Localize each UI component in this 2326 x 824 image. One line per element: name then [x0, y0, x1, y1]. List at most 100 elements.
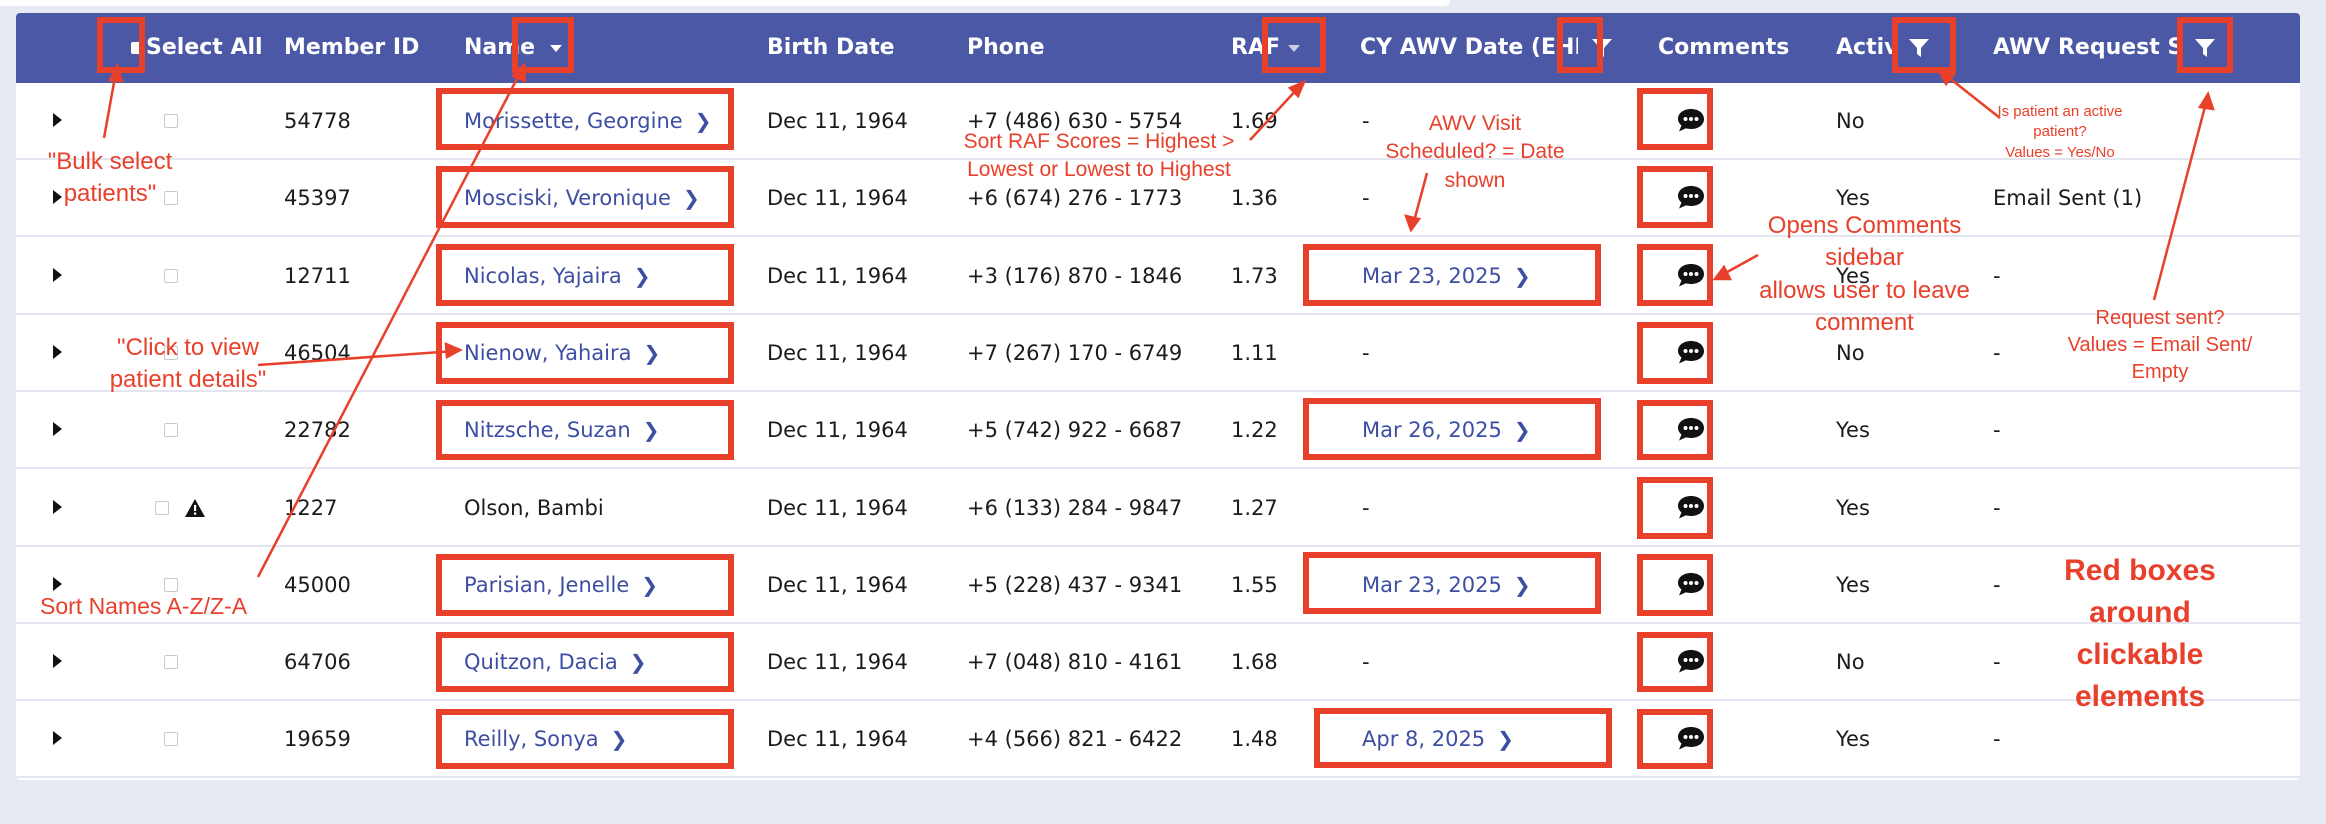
raf-score: 1.22 [1231, 418, 1278, 443]
row-checkbox[interactable] [164, 423, 178, 438]
row-checkbox[interactable] [164, 655, 178, 670]
birth-date: Dec 11, 1964 [767, 495, 908, 520]
awv-request-status: Email Sent (1) [1993, 186, 2143, 211]
row-checkbox[interactable] [164, 268, 178, 283]
awv-request-status: - [1993, 495, 2001, 520]
annotation-awv-visit: AWV Visit Scheduled? = Date shown [1385, 112, 1565, 192]
expand-row-caret-icon[interactable] [53, 422, 62, 437]
filter-icon [1592, 39, 1612, 57]
expand-row-caret-icon[interactable] [53, 499, 62, 514]
awv-date-link[interactable]: Apr 8, 2025 ❯ [1362, 701, 1514, 778]
header-comments: Comments [1658, 35, 1790, 60]
expand-row-caret-icon[interactable] [53, 654, 62, 669]
active-filter-button[interactable] [1896, 13, 1942, 83]
birth-date: Dec 11, 1964 [767, 418, 908, 443]
awv-date-link[interactable]: Mar 23, 2025 ❯ [1362, 238, 1531, 315]
annotation-sort-raf: Sort RAF Scores = Highest > Lowest or Lo… [963, 130, 1235, 182]
comment-bubble-icon[interactable] [1676, 416, 1706, 442]
expand-row-caret-icon[interactable] [53, 576, 62, 591]
top-strip [0, 0, 1450, 6]
awv-date: Mar 23, 2025 [1362, 263, 1502, 288]
row-checkbox[interactable] [164, 577, 178, 592]
expand-row-caret-icon[interactable] [53, 731, 62, 746]
birth-date: Dec 11, 1964 [767, 186, 908, 211]
awv-date: - [1362, 650, 1370, 675]
patient-name: Reilly, Sonya [464, 727, 599, 752]
chevron-right-icon: ❯ [1513, 418, 1531, 443]
comment-bubble-icon[interactable] [1676, 339, 1706, 365]
raf-sort-button[interactable] [1276, 13, 1312, 83]
awv-date: - [1362, 340, 1370, 365]
member-id: 45397 [284, 186, 351, 211]
raf-score: 1.48 [1231, 727, 1278, 752]
table-row: 19659 Reilly, Sonya ❯ Dec 11, 1964 +4 (566) … [16, 701, 2300, 779]
member-id: 46504 [284, 340, 351, 365]
comment-bubble-icon[interactable] [1676, 184, 1706, 210]
awv-date: - [1362, 109, 1370, 133]
patient-name-link[interactable]: Nicolas, Yajaira ❯ [464, 238, 651, 315]
checkbox-icon [131, 42, 143, 54]
birth-date: Dec 11, 1964 [767, 572, 908, 597]
patient-name-link[interactable]: Nitzsche, Suzan ❯ [464, 392, 659, 469]
phone-number: +6 (133) 284 - 9847 [967, 495, 1183, 520]
chevron-right-icon: ❯ [641, 572, 659, 597]
patient-name: Mosciski, Veronique [464, 186, 671, 211]
row-checkbox[interactable] [164, 732, 178, 747]
active-status: No [1836, 109, 1865, 133]
row-checkbox[interactable] [164, 114, 178, 128]
raf-score: 1.68 [1231, 650, 1278, 675]
header-select-all: Select All [146, 35, 263, 60]
awv-date: - [1362, 495, 1370, 520]
member-id: 45000 [284, 572, 351, 597]
patient-name: Parisian, Jenelle [464, 572, 630, 597]
patient-name-link[interactable]: Reilly, Sonya ❯ [464, 701, 627, 778]
patient-name: Olson, Bambi [464, 495, 604, 520]
comment-bubble-icon[interactable] [1676, 494, 1706, 520]
comment-bubble-icon[interactable] [1676, 725, 1706, 751]
member-id: 54778 [284, 109, 351, 133]
awv-date-link[interactable]: Mar 26, 2025 ❯ [1362, 392, 1531, 469]
chevron-right-icon: ❯ [1513, 572, 1531, 597]
sort-caret-icon [550, 44, 562, 52]
expand-row-caret-icon[interactable] [53, 113, 62, 127]
awv-date-filter-button[interactable] [1578, 13, 1626, 83]
awv-request-status: - [1993, 340, 2001, 365]
expand-row-caret-icon[interactable] [53, 344, 62, 359]
request-filter-button[interactable] [2182, 13, 2228, 83]
header-member-id: Member ID [284, 35, 420, 60]
birth-date: Dec 11, 1964 [767, 727, 908, 752]
awv-date-link[interactable]: Mar 23, 2025 ❯ [1362, 547, 1531, 624]
expand-row-caret-icon[interactable] [53, 267, 62, 282]
patient-name: Morissette, Georgine [464, 109, 683, 133]
chevron-right-icon: ❯ [610, 727, 628, 752]
active-status: Yes [1836, 495, 1870, 520]
awv-request-status: - [1993, 418, 2001, 443]
chevron-right-icon: ❯ [1513, 263, 1531, 288]
birth-date: Dec 11, 1964 [767, 650, 908, 675]
patient-name: Quitzon, Dacia [464, 650, 618, 675]
comment-bubble-icon[interactable] [1676, 262, 1706, 288]
header-birth-date: Birth Date [767, 35, 895, 60]
header-name: Name [464, 35, 536, 60]
annotation-request-sent: Request sent? Values = Email Sent/ Empty [2067, 307, 2253, 383]
patient-name-link[interactable]: Parisian, Jenelle ❯ [464, 547, 658, 624]
raf-score: 1.73 [1231, 263, 1278, 288]
patient-name: Nitzsche, Suzan [464, 418, 631, 443]
chevron-right-icon: ❯ [682, 186, 700, 211]
patient-name-link[interactable]: Mosciski, Veronique ❯ [464, 160, 700, 237]
comment-bubble-icon[interactable] [1676, 107, 1706, 133]
active-status: Yes [1836, 572, 1870, 597]
row-checkbox[interactable] [155, 500, 169, 515]
comment-bubble-icon[interactable] [1676, 648, 1706, 674]
table-row: 1227 Olson, Bambi Dec 11, 1964 +6 (133) 284… [16, 470, 2300, 547]
annotation-is-active: Is patient an active patient? Values = Y… [1997, 103, 2123, 161]
patient-name-link[interactable]: Quitzon, Dacia ❯ [464, 624, 647, 701]
patient-name-link[interactable]: Nienow, Yahaira ❯ [464, 315, 660, 392]
name-sort-button[interactable] [537, 13, 575, 83]
member-id: 19659 [284, 727, 351, 752]
patient-name-link[interactable]: Morissette, Georgine ❯ [464, 83, 711, 160]
comment-bubble-icon[interactable] [1676, 571, 1706, 597]
annotation-opens-comments: Opens Comments sidebar allows user to le… [1759, 212, 1970, 337]
header-phone: Phone [967, 35, 1045, 60]
header-raf: RAF [1231, 35, 1280, 60]
